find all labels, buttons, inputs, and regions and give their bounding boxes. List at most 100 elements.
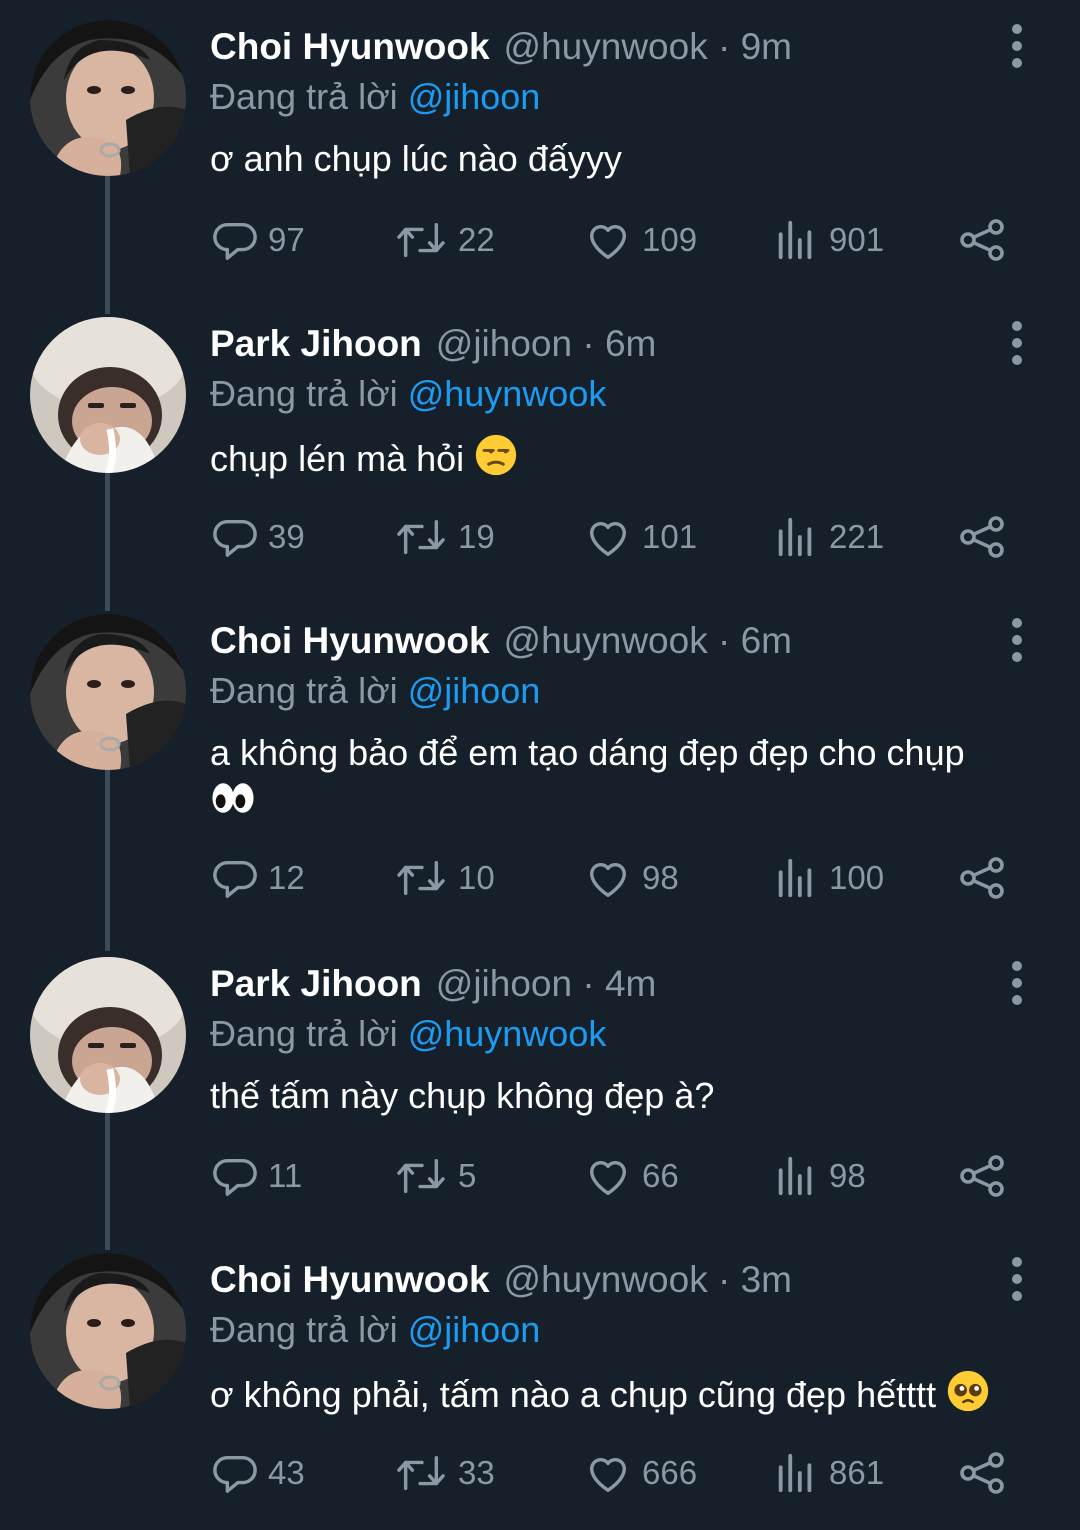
retweet-button[interactable]: 33 (394, 1448, 495, 1498)
reply-button[interactable]: 43 (212, 1448, 305, 1498)
views-button[interactable]: 221 (773, 512, 884, 562)
like-button[interactable]: 98 (584, 853, 679, 903)
avatar[interactable] (30, 20, 186, 176)
more-vertical-icon[interactable] (1000, 618, 1034, 662)
reply-count: 43 (268, 1454, 305, 1491)
retweet-count: 22 (458, 221, 495, 258)
like-button[interactable]: 66 (584, 1151, 679, 1201)
views-button[interactable]: 98 (773, 1151, 866, 1201)
reply-button[interactable]: 11 (212, 1151, 302, 1201)
like-count: 66 (642, 1157, 679, 1194)
views-count: 98 (829, 1157, 866, 1194)
share-button[interactable] (958, 512, 1006, 562)
action-bar: 11 5 66 98 (0, 1151, 1080, 1201)
mention-link[interactable]: @jihoon (408, 670, 541, 711)
retweet-button[interactable]: 22 (394, 215, 495, 265)
handle-and-time[interactable]: @huynwook · 9m (504, 26, 792, 67)
like-button[interactable]: 109 (584, 215, 697, 265)
handle-and-time[interactable]: @jihoon · 4m (436, 963, 657, 1004)
like-count: 98 (642, 859, 679, 896)
mention-link[interactable]: @huynwook (408, 373, 607, 414)
handle-and-time[interactable]: @jihoon · 6m (436, 323, 657, 364)
like-button[interactable]: 101 (584, 512, 697, 562)
display-name[interactable]: Choi Hyunwook (210, 1259, 490, 1300)
more-vertical-icon[interactable] (1000, 24, 1034, 68)
avatar[interactable] (30, 317, 186, 473)
tweet[interactable]: Park Jihoon @jihoon · 4m Đang trả lời @hu… (0, 937, 1080, 1234)
reply-button[interactable]: 12 (212, 853, 305, 903)
share-icon (960, 857, 1004, 899)
replying-to-label: Đang trả lời (210, 670, 398, 711)
share-icon (960, 219, 1004, 261)
retweet-button[interactable]: 10 (394, 853, 495, 903)
views-button[interactable]: 861 (773, 1448, 884, 1498)
more-vertical-icon[interactable] (1000, 321, 1034, 365)
share-button[interactable] (958, 1151, 1006, 1201)
tweet-body: ơ anh chụp lúc nào đấyyy (210, 138, 622, 179)
heart-icon (589, 522, 627, 556)
like-button[interactable]: 666 (584, 1448, 697, 1498)
pleading-face-icon (947, 1370, 989, 1412)
retweet-button[interactable]: 19 (394, 512, 495, 562)
retweet-icon (397, 1158, 445, 1194)
share-icon (960, 1155, 1004, 1197)
tweet-text: chụp lén mà hỏi (210, 433, 1040, 482)
share-button[interactable] (958, 853, 1006, 903)
replying-to: Đang trả lời @huynwook (210, 1013, 606, 1055)
retweet-count: 33 (458, 1454, 495, 1491)
views-count: 221 (829, 518, 885, 555)
display-name[interactable]: Choi Hyunwook (210, 620, 490, 661)
tweet[interactable]: Park Jihoon @jihoon · 6m Đang trả lời @hu… (0, 297, 1080, 594)
action-bar: 97 22 109 901 (0, 215, 1080, 265)
action-bar: 39 19 101 221 (0, 512, 1080, 562)
reply-count: 11 (268, 1157, 303, 1194)
tweet-text: ơ anh chụp lúc nào đấyyy (210, 136, 1040, 182)
reply-button[interactable]: 39 (212, 512, 305, 562)
replying-to-label: Đang trả lời (210, 1309, 398, 1350)
share-button[interactable] (958, 1448, 1006, 1498)
display-name[interactable]: Park Jihoon (210, 963, 422, 1004)
reply-count: 97 (268, 221, 305, 258)
like-count: 109 (642, 221, 698, 258)
views-count: 100 (829, 859, 885, 896)
share-icon (960, 516, 1004, 558)
more-vertical-icon[interactable] (1000, 961, 1034, 1005)
replying-to: Đang trả lời @jihoon (210, 1309, 540, 1351)
retweet-count: 19 (458, 518, 495, 555)
views-button[interactable]: 100 (773, 853, 884, 903)
bar-chart-icon (778, 858, 812, 898)
reply-button[interactable]: 97 (212, 215, 305, 265)
display-name[interactable]: Choi Hyunwook (210, 26, 490, 67)
heart-icon (589, 863, 627, 897)
tweet[interactable]: Choi Hyunwook @huynwook · 6m Đang trả lời… (0, 594, 1080, 899)
avatar[interactable] (30, 957, 186, 1113)
mention-link[interactable]: @jihoon (408, 76, 541, 117)
avatar[interactable] (30, 614, 186, 770)
heart-icon (589, 1161, 627, 1195)
mention-link[interactable]: @huynwook (408, 1013, 607, 1054)
heart-icon (589, 225, 627, 259)
more-vertical-icon[interactable] (1000, 1257, 1034, 1301)
bar-chart-icon (778, 1453, 812, 1493)
speech-bubble-icon (213, 1158, 257, 1196)
bar-chart-icon (778, 517, 812, 557)
eyes-icon (212, 783, 254, 813)
tweet[interactable]: Choi Hyunwook @huynwook · 9m Đang trả lời… (0, 0, 1080, 297)
tweet[interactable]: Choi Hyunwook @huynwook · 3m Đang trả lời… (0, 1233, 1080, 1530)
views-button[interactable]: 901 (773, 215, 884, 265)
retweet-button[interactable]: 5 (394, 1151, 476, 1201)
display-name[interactable]: Park Jihoon (210, 323, 422, 364)
replying-to: Đang trả lời @jihoon (210, 76, 540, 118)
replying-to-label: Đang trả lời (210, 373, 398, 414)
action-bar: 43 33 666 861 (0, 1448, 1080, 1498)
mention-link[interactable]: @jihoon (408, 1309, 541, 1350)
retweet-count: 5 (458, 1157, 477, 1194)
speech-bubble-icon (213, 1455, 257, 1493)
replying-to: Đang trả lời @huynwook (210, 373, 606, 415)
share-button[interactable] (958, 215, 1006, 265)
handle-and-time[interactable]: @huynwook · 6m (504, 620, 792, 661)
handle-and-time[interactable]: @huynwook · 3m (504, 1259, 792, 1300)
avatar[interactable] (30, 1253, 186, 1409)
tweet-header: Park Jihoon @jihoon · 6m (210, 323, 656, 365)
retweet-count: 10 (458, 859, 495, 896)
